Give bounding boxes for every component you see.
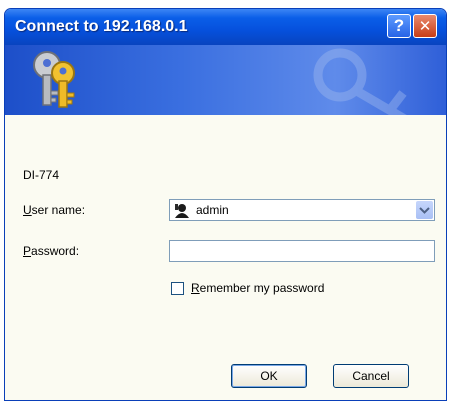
ok-button[interactable]: OK [231, 364, 307, 388]
password-label: Password: [23, 244, 79, 258]
title-bar[interactable]: Connect to 192.168.0.1 ? ✕ [5, 9, 446, 45]
username-label-text: ser name: [31, 203, 86, 217]
banner-decoration-icon [313, 48, 407, 115]
remember-password-checkbox[interactable] [171, 282, 184, 295]
close-button[interactable]: ✕ [413, 14, 437, 38]
window-title: Connect to 192.168.0.1 [15, 18, 188, 35]
dialog-body: DI-774 User name: admin Password: Rememb… [5, 115, 446, 400]
username-combobox[interactable]: admin [169, 199, 435, 221]
help-button[interactable]: ? [387, 14, 411, 38]
password-label-accel: P [23, 244, 32, 258]
username-label-accel: U [23, 203, 32, 217]
remember-password-label[interactable]: Remember my password [191, 281, 324, 295]
keys-icon [33, 51, 75, 108]
dropdown-button[interactable] [416, 201, 433, 219]
device-name: DI-774 [23, 168, 60, 182]
password-field[interactable] [169, 240, 435, 262]
dialog-banner [5, 45, 446, 115]
remember-label-accel: R [191, 281, 200, 295]
password-label-text: assword: [31, 244, 80, 258]
login-dialog: Connect to 192.168.0.1 ? ✕ DI-774 User n… [4, 8, 447, 401]
chevron-down-icon [419, 207, 430, 214]
username-label: User name: [23, 203, 85, 217]
user-icon [175, 204, 189, 218]
cancel-button[interactable]: Cancel [333, 364, 409, 388]
remember-label-text: emember my password [199, 281, 325, 295]
username-value: admin [196, 203, 229, 217]
